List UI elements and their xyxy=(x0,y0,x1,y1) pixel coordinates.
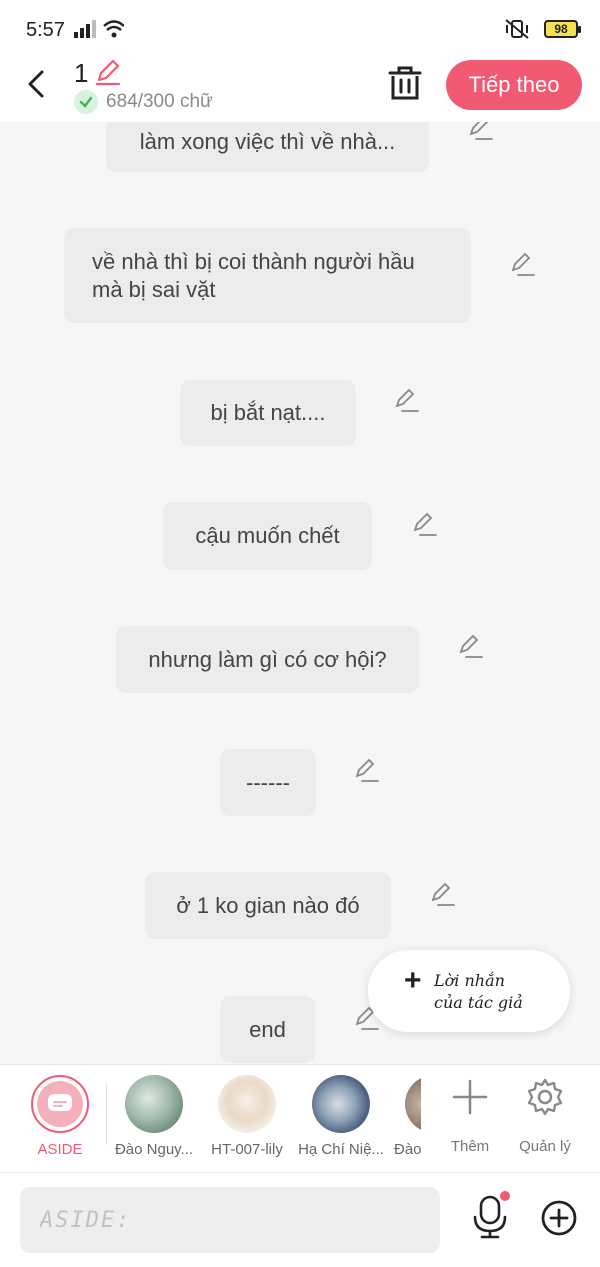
message-text: bị bắt nạt.... xyxy=(210,400,326,425)
message-bubble[interactable]: nhưng làm gì có cơ hội? xyxy=(116,626,419,693)
network-icons xyxy=(74,18,125,45)
message-bubble[interactable]: end xyxy=(220,996,315,1063)
back-arrow-icon[interactable] xyxy=(22,68,54,100)
message-text: về nhà thì bị coi thành người hầu mà bị … xyxy=(92,248,415,302)
avatar xyxy=(405,1075,421,1133)
character-name: ASIDE xyxy=(37,1141,83,1158)
battery-icon: 98 xyxy=(544,20,581,38)
plus-icon xyxy=(452,1079,488,1115)
status-bar: 5:57 98 xyxy=(0,0,600,58)
character-name: HT-007-lily xyxy=(211,1141,283,1158)
edit-title-pencil-icon[interactable] xyxy=(94,58,122,86)
edit-pencil-icon[interactable] xyxy=(392,388,420,414)
author-note-label: Lời nhắn của tác giả xyxy=(434,971,523,1012)
manage-label: Quản lý xyxy=(519,1138,571,1155)
message-bubble[interactable]: ------ xyxy=(220,749,316,816)
message-bubble[interactable]: bị bắt nạt.... xyxy=(180,380,356,446)
vibrate-off-icon xyxy=(505,19,529,39)
add-label: Thêm xyxy=(450,1138,490,1155)
divider xyxy=(106,1083,107,1145)
character-name: Đào Nguy... xyxy=(114,1141,194,1158)
status-time: 5:57 xyxy=(26,19,65,41)
trash-icon[interactable] xyxy=(388,64,422,102)
character-item[interactable]: HT-007-lily xyxy=(202,1075,292,1158)
message-bubble[interactable]: cậu muốn chết xyxy=(163,502,372,570)
notification-dot xyxy=(500,1191,510,1201)
message-text: ------ xyxy=(246,769,290,795)
character-item[interactable]: Đào xyxy=(375,1075,421,1158)
word-count-text: 684/300 chữ xyxy=(106,91,213,112)
editor-header: 1 684/300 chữ Tiếp theo xyxy=(0,58,600,122)
input-bar xyxy=(0,1172,600,1267)
edit-pencil-icon[interactable] xyxy=(466,122,494,142)
character-aside[interactable]: ASIDE xyxy=(15,1075,105,1158)
edit-pencil-icon[interactable] xyxy=(456,634,484,660)
character-item[interactable]: Hạ Chí Niệ... xyxy=(296,1075,386,1158)
avatar xyxy=(125,1075,183,1133)
message-text: nhưng làm gì có cơ hội? xyxy=(148,646,387,672)
character-bar: ASIDE Đào Nguy... HT-007-lily Hạ Chí Niệ… xyxy=(0,1064,600,1172)
message-text: làm xong việc thì về nhà... xyxy=(139,129,396,154)
microphone-icon[interactable] xyxy=(470,1195,510,1239)
character-name: Đào xyxy=(394,1141,421,1158)
message-text: cậu muốn chết xyxy=(195,523,340,548)
message-bubble[interactable]: ở 1 ko gian nào đó xyxy=(145,872,391,939)
edit-pencil-icon[interactable] xyxy=(428,882,456,908)
avatar xyxy=(312,1075,370,1133)
chat-bubble-icon xyxy=(48,1094,72,1111)
message-text: end xyxy=(249,1016,286,1042)
status-right: 98 xyxy=(504,18,581,40)
edit-pencil-icon[interactable] xyxy=(508,252,536,278)
check-icon xyxy=(74,90,98,114)
author-note-button[interactable]: + Lời nhắn của tác giả xyxy=(368,950,570,1032)
next-button[interactable]: Tiếp theo xyxy=(446,60,582,110)
aside-avatar xyxy=(31,1075,89,1133)
add-character-button[interactable]: Thêm xyxy=(435,1077,505,1155)
word-count: 684/300 chữ xyxy=(74,90,213,114)
avatar xyxy=(218,1075,276,1133)
add-circle-icon[interactable] xyxy=(540,1199,578,1237)
message-bubble[interactable]: làm xong việc thì về nhà... xyxy=(106,122,429,172)
edit-pencil-icon[interactable] xyxy=(410,512,438,538)
character-name: Hạ Chí Niệ... xyxy=(298,1141,384,1158)
message-list: làm xong việc thì về nhà... về nhà thì b… xyxy=(0,122,600,1064)
message-input[interactable] xyxy=(20,1187,440,1253)
character-item[interactable]: Đào Nguy... xyxy=(109,1075,199,1158)
message-text: ở 1 ko gian nào đó xyxy=(176,892,360,918)
message-bubble[interactable]: về nhà thì bị coi thành người hầu mà bị … xyxy=(64,228,471,323)
edit-pencil-icon[interactable] xyxy=(352,758,380,784)
gear-icon xyxy=(527,1078,563,1116)
manage-button[interactable]: Quản lý xyxy=(510,1077,580,1155)
plus-icon: + xyxy=(404,964,422,997)
chapter-number: 1 xyxy=(74,58,89,88)
